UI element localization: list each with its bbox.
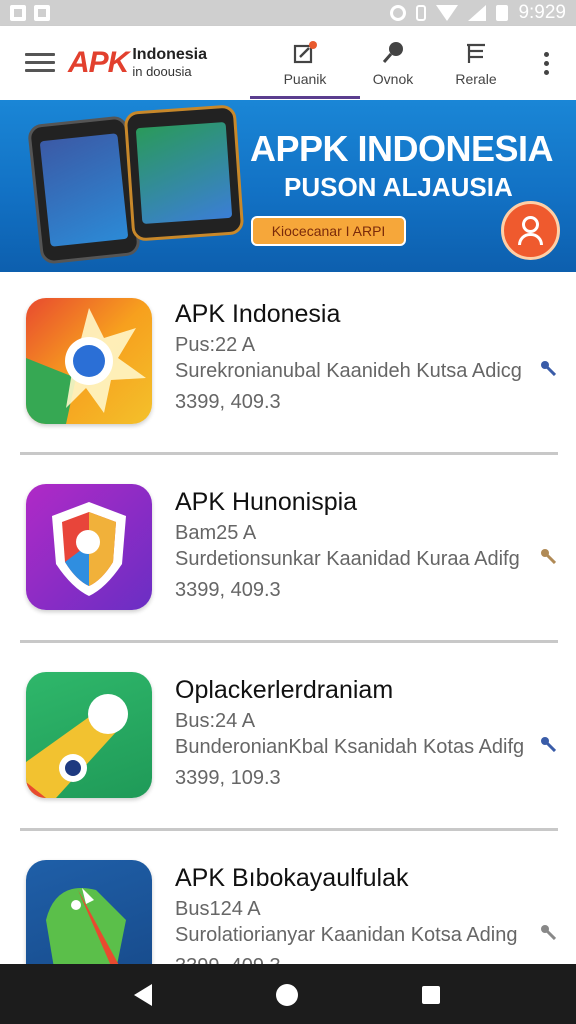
recents-icon[interactable] xyxy=(422,986,440,1004)
sync-icon xyxy=(390,5,407,21)
profile-icon[interactable] xyxy=(501,201,560,260)
nav-label: Rerale xyxy=(455,71,497,87)
list-item[interactable]: Oplackerlerdraniam Bus:24 A BunderonianK… xyxy=(0,648,576,836)
system-nav-bar xyxy=(0,964,576,1024)
list-item[interactable]: APK Hunonispia Bam25 A Surdetionsunkar K… xyxy=(0,460,576,648)
status-bar: 9:929 xyxy=(0,0,576,26)
list-divider xyxy=(20,452,558,455)
logo-line2: in doousia xyxy=(132,64,192,79)
app-stats: 3399, 409.3 xyxy=(175,579,281,601)
app-name: Oplackerlerdraniam xyxy=(175,676,394,704)
logo-mark: APK xyxy=(68,46,129,79)
app-version: Bus124 A xyxy=(175,898,261,920)
chrome-style-app-icon xyxy=(26,298,152,424)
home-icon[interactable] xyxy=(276,984,298,1006)
banner-subtitle: PUSON ALJAUSIA xyxy=(284,172,513,202)
active-tab-indicator xyxy=(250,96,360,99)
app-version: Bus:24 A xyxy=(175,710,256,732)
signal-icon xyxy=(468,5,487,21)
list-icon xyxy=(463,40,489,66)
wrench-icon[interactable] xyxy=(540,736,557,753)
app-logo[interactable]: APK Indonesia in doousia xyxy=(68,40,207,86)
status-time: 9:929 xyxy=(518,2,566,23)
battery-icon xyxy=(496,5,509,21)
wrench-icon[interactable] xyxy=(540,360,557,377)
list-divider xyxy=(20,828,558,831)
app-name: APK Bıbokayaulfulak xyxy=(175,864,409,892)
maps-style-app-icon xyxy=(26,672,152,798)
phone-illustration xyxy=(26,115,142,265)
wifi-icon xyxy=(436,5,459,21)
app-name: APK Indonesia xyxy=(175,300,341,328)
app-description: Surdetionsunkar Kaanidad Kuraa Adifg xyxy=(175,548,520,570)
nav-tab-rerale[interactable]: Rerale xyxy=(436,40,516,92)
app-description: Surekronianubal Kaanideh Kutsa Adicg xyxy=(175,360,522,382)
app-stats: 3399, 109.3 xyxy=(175,767,281,789)
app-stats: 3399, 409.3 xyxy=(175,391,281,413)
notification-icon xyxy=(10,5,26,21)
promo-banner[interactable]: APPK INDONESIA PUSON ALJAUSIA Kiocecanar… xyxy=(0,100,576,272)
app-version: Bam25 A xyxy=(175,522,257,544)
edit-icon xyxy=(292,40,318,66)
nav-tab-puanik[interactable]: Puanik xyxy=(265,40,345,92)
app-description: BunderonianKbal Ksanidah Kotas Adifg xyxy=(175,736,525,758)
nav-tab-ovnok[interactable]: Ovnok xyxy=(353,40,433,92)
app-description: Surolatiorianyar Kaanidan Kotsa Ading xyxy=(175,924,518,946)
more-vert-icon[interactable] xyxy=(544,52,550,76)
nav-label: Ovnok xyxy=(372,71,414,87)
banner-title: APPK INDONESIA xyxy=(250,128,554,169)
nav-label: Puanik xyxy=(283,71,327,87)
wrench-icon[interactable] xyxy=(540,924,557,941)
back-icon[interactable] xyxy=(134,984,152,1006)
image-icon xyxy=(34,5,50,21)
app-name: APK Hunonispia xyxy=(175,488,358,516)
shield-app-icon xyxy=(26,484,152,610)
wrench-icon[interactable] xyxy=(540,548,557,565)
phone-illustration xyxy=(123,104,245,242)
app-version: Pus:22 A xyxy=(175,334,256,356)
key-icon xyxy=(380,40,406,66)
app-bar: APK Indonesia in doousia Puanik Ovnok Re… xyxy=(0,26,576,100)
banner-cta-button[interactable]: Kiocecanar I ARPI xyxy=(251,216,406,246)
vibrate-icon xyxy=(416,5,427,21)
list-item[interactable]: APK Indonesia Pus:22 A Surekronianubal K… xyxy=(0,272,576,460)
list-divider xyxy=(20,640,558,643)
hamburger-icon[interactable] xyxy=(25,53,55,73)
logo-line1: Indonesia xyxy=(132,46,208,63)
